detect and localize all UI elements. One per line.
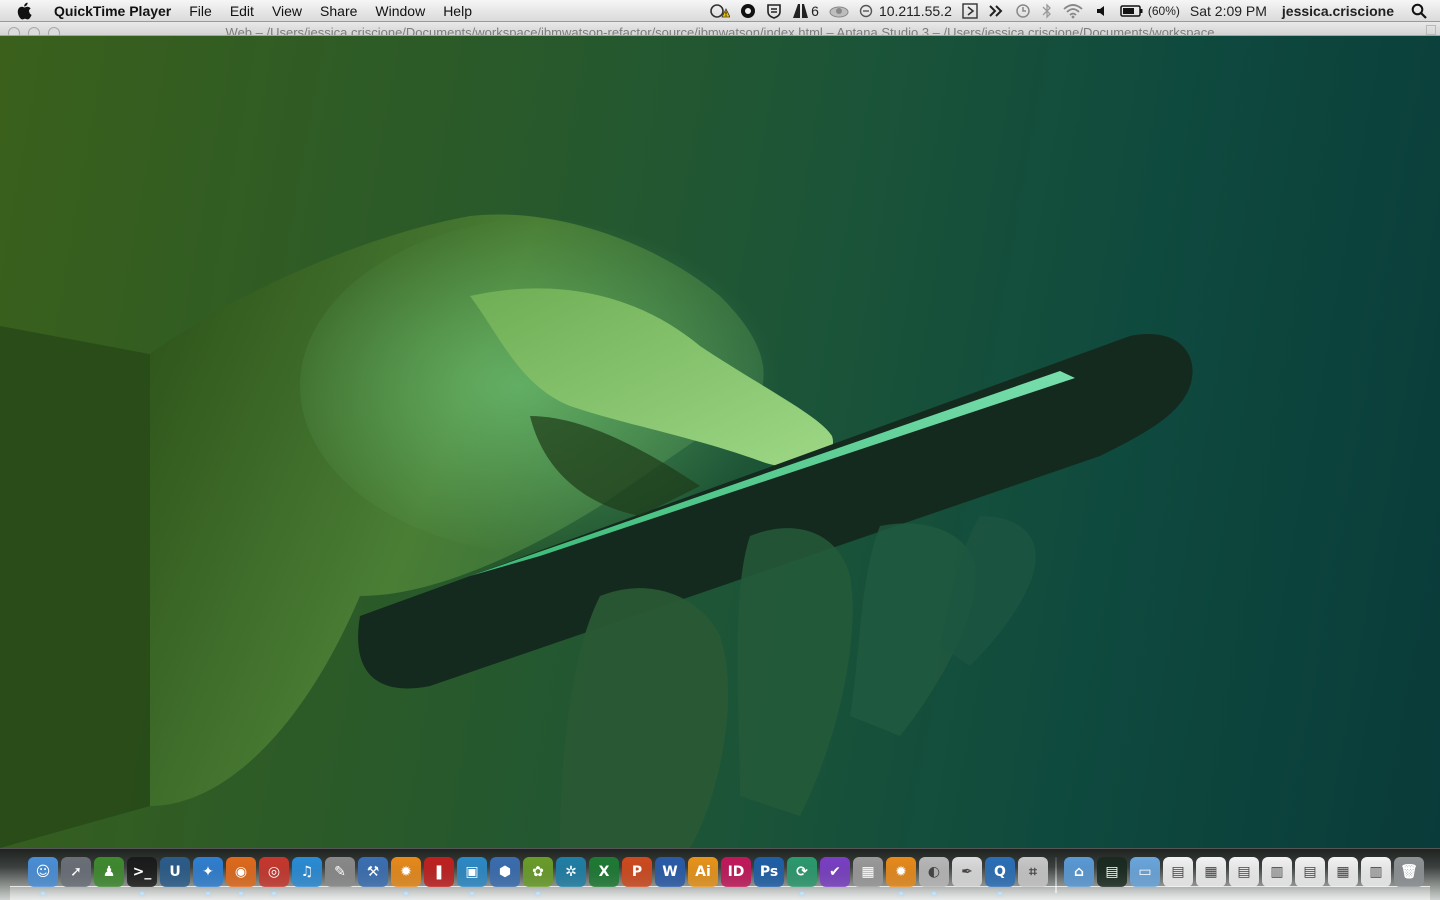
document-thumbnail-icon[interactable]: ▥: [1361, 857, 1391, 887]
launchpad-icon[interactable]: ➚: [61, 857, 91, 887]
battery-percent: (60%): [1147, 3, 1180, 18]
network-status[interactable]: 10.211.55.2: [854, 3, 957, 19]
status-menus: 6 10.211.55.2 (60%) Sat 2:09 PM jessica.…: [705, 0, 1440, 22]
downloads-stack-icon[interactable]: ▤: [1097, 857, 1127, 887]
aptana-icon[interactable]: ✿: [523, 857, 553, 895]
powerpoint-icon[interactable]: P: [622, 857, 652, 887]
ip-address: 10.211.55.2: [878, 2, 952, 19]
warning-icon[interactable]: [705, 3, 735, 19]
calculator-icon[interactable]: ▦: [853, 857, 883, 887]
user-account-menu[interactable]: jessica.criscione: [1272, 3, 1406, 19]
adobe-icon: [793, 3, 809, 18]
archive-utility-icon[interactable]: ⌗: [1018, 857, 1048, 887]
quicktime-icon[interactable]: Q: [985, 857, 1015, 895]
menu-edit[interactable]: Edit: [221, 3, 263, 19]
omnifocus-icon[interactable]: ✔: [820, 857, 850, 887]
window-titlebar: Web – /Users/jessica.criscione/Documents…: [0, 22, 1440, 36]
firefox-icon[interactable]: ◉: [226, 857, 256, 895]
dock: ☺ ➚ ♟ >_ U ✦ ◉ ◎ ♫ ✎ ⚒ ✹ ❚ ▣ ⬢ ✿ ✲ X P W Ai ID Ps ⟳ ✔ ▦ ✹ ◐ ✒ Q ⌗ ⌂ ▤ ▭ ▤ ▦…: [0, 848, 1440, 900]
app-menu-quicktime[interactable]: QuickTime Player: [46, 3, 180, 19]
ethernet-icon: [859, 4, 873, 17]
volume-icon[interactable]: [1089, 3, 1115, 19]
preview-icon[interactable]: ✎: [325, 857, 355, 887]
bluetooth-icon[interactable]: [1037, 2, 1057, 19]
trash-icon[interactable]: 🗑: [1394, 857, 1424, 887]
textedit-icon[interactable]: ✒: [952, 857, 982, 887]
menu-view[interactable]: View: [263, 3, 311, 19]
user-icon[interactable]: ♟: [94, 857, 124, 887]
fullscreen-icon[interactable]: [1426, 25, 1436, 35]
document-thumbnail-icon[interactable]: ▦: [1196, 857, 1226, 887]
virtualbox-icon[interactable]: ⬢: [490, 857, 520, 887]
finder-icon[interactable]: ☺: [28, 857, 58, 895]
window-title: Web – /Users/jessica.criscione/Documents…: [225, 25, 1215, 36]
indesign-icon[interactable]: ID: [721, 857, 751, 887]
script-menu-icon[interactable]: [957, 2, 983, 19]
document-thumbnail-icon[interactable]: ▤: [1229, 857, 1259, 887]
shield-icon[interactable]: [761, 3, 787, 19]
document-thumbnail-icon[interactable]: ▤: [1295, 857, 1325, 887]
video-frame[interactable]: [0, 36, 1440, 848]
menu-share[interactable]: Share: [311, 3, 366, 19]
applications-folder-icon[interactable]: ⌂: [1064, 857, 1094, 887]
wifi-icon[interactable]: [1057, 3, 1089, 19]
creative-cloud-icon[interactable]: [735, 3, 761, 19]
documents-folder-icon[interactable]: ▭: [1130, 857, 1160, 887]
spotlight-search-icon[interactable]: [1406, 3, 1432, 19]
disk-utility-icon[interactable]: ◐: [919, 857, 949, 895]
dock-items: ☺ ➚ ♟ >_ U ✦ ◉ ◎ ♫ ✎ ⚒ ✹ ❚ ▣ ⬢ ✿ ✲ X P W Ai ID Ps ⟳ ✔ ▦ ✹ ◐ ✒ Q ⌗ ⌂ ▤ ▭ ▤ ▦…: [28, 857, 1424, 895]
word-icon[interactable]: W: [655, 857, 685, 887]
xcode-icon[interactable]: ⚒: [358, 857, 388, 887]
network-icon[interactable]: ✲: [556, 857, 586, 887]
menu-help[interactable]: Help: [434, 3, 481, 19]
menu-window[interactable]: Window: [366, 3, 434, 19]
overflow-menu-icon[interactable]: [983, 4, 1009, 17]
adobe-updates-count: 6: [811, 2, 819, 19]
upload-icon[interactable]: U: [160, 857, 190, 887]
dock-separator: [1055, 857, 1057, 893]
sync-icon[interactable]: ⟳: [787, 857, 817, 895]
photoshop-icon[interactable]: Ps: [754, 857, 784, 887]
excel-icon[interactable]: X: [589, 857, 619, 887]
photo-booth-icon[interactable]: ❚: [424, 857, 454, 887]
video-image-hand-holding-phone: [0, 214, 1193, 848]
document-thumbnail-icon[interactable]: ▤: [1163, 857, 1193, 887]
illustrator-icon[interactable]: Ai: [688, 857, 718, 887]
menu-bar: QuickTime Player File Edit View Share Wi…: [0, 0, 1440, 22]
apple-menu-icon[interactable]: [0, 2, 46, 20]
settings-icon[interactable]: ✹: [391, 857, 421, 895]
document-thumbnail-icon[interactable]: ▦: [1328, 857, 1358, 887]
time-machine-icon[interactable]: [1009, 3, 1037, 19]
document-thumbnail-icon[interactable]: ▥: [1262, 857, 1292, 887]
chrome-icon[interactable]: ◎: [259, 857, 289, 895]
battery-status[interactable]: (60%): [1115, 4, 1185, 18]
itunes-icon[interactable]: ♫: [292, 857, 322, 887]
cloud-sync-icon[interactable]: [824, 4, 854, 18]
terminal-icon[interactable]: >_: [127, 857, 157, 895]
clock[interactable]: Sat 2:09 PM: [1185, 3, 1272, 19]
safari-icon[interactable]: ✦: [193, 857, 223, 895]
battery-icon: [1120, 4, 1143, 17]
adobe-updates-status[interactable]: 6: [787, 3, 824, 19]
menu-file[interactable]: File: [180, 3, 221, 19]
system-preferences-icon[interactable]: ✹: [886, 857, 916, 895]
remote-desktop-icon[interactable]: ▣: [457, 857, 487, 895]
